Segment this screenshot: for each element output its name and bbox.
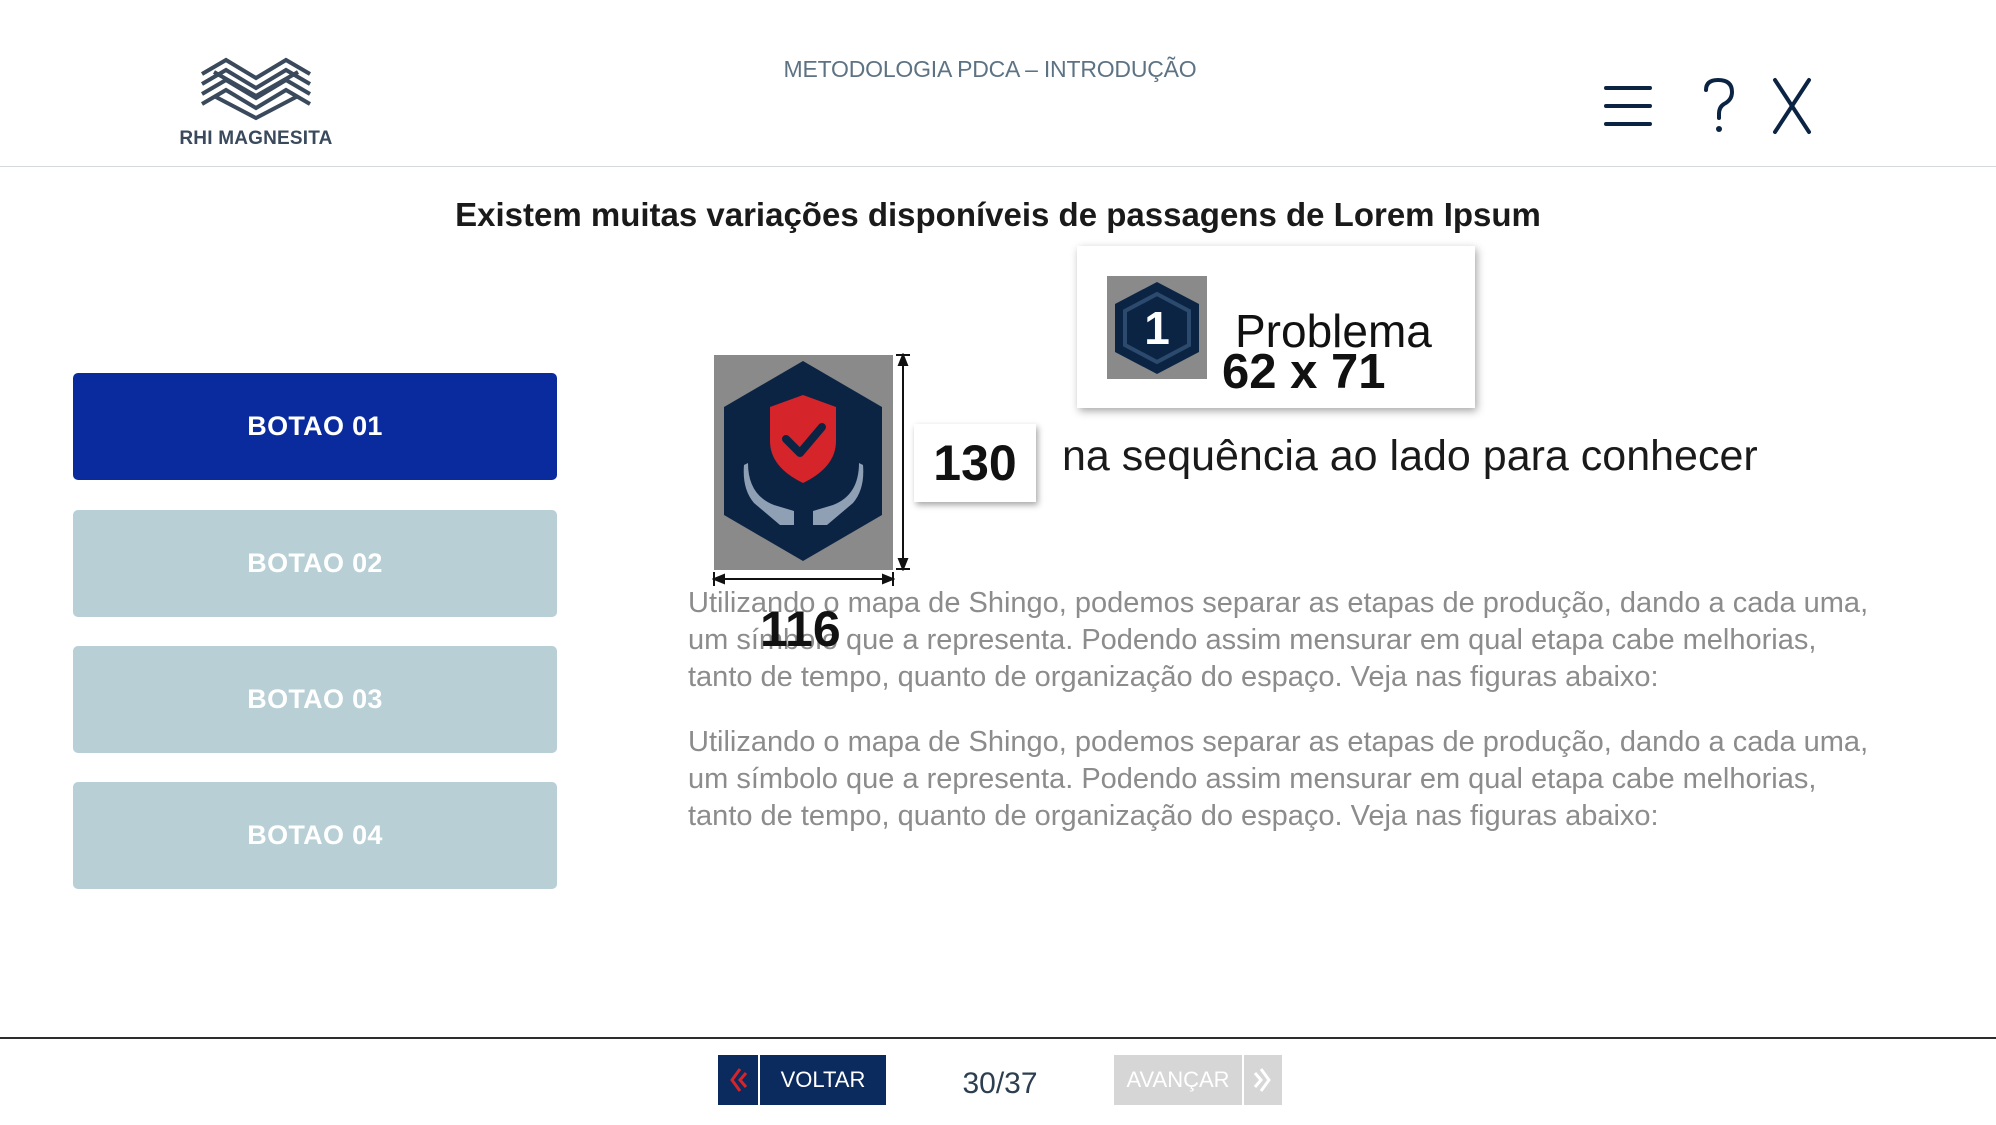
card-dimensions: 62 x 71 (1222, 345, 1386, 399)
page-heading: Existem muitas variações disponíveis de … (455, 196, 1541, 233)
logo-text: RHI MAGNESITA (179, 128, 333, 149)
shield-hands-graphic (724, 361, 882, 561)
logo-mark-icon (200, 57, 312, 121)
height-dimension-label: 130 (914, 424, 1036, 502)
header: RHI MAGNESITA METODOLOGIA PDCA – INTRODU… (0, 0, 1996, 167)
course-title: METODOLOGIA PDCA – INTRODUÇÃO (783, 56, 1197, 82)
instruction-label: na sequência ao lado para conhecer (1062, 432, 1758, 480)
page-counter: 30/37 (962, 1067, 1038, 1100)
botao-01-button[interactable]: BOTAO 01 (73, 373, 557, 480)
card-number: 1 (1144, 302, 1170, 354)
rhi-magnesita-logo: RHI MAGNESITA (176, 52, 336, 152)
width-dimension-label: 116 (760, 601, 841, 657)
body-paragraph-2: Utilizando o mapa de Shingo, podemos sep… (688, 726, 1869, 832)
hexagon-number-graphic: 1 (1115, 282, 1199, 374)
menu-icon (1604, 86, 1652, 126)
help-button[interactable] (1688, 76, 1748, 136)
close-button[interactable] (1765, 76, 1825, 136)
next-button[interactable]: AVANÇAR (1114, 1055, 1282, 1105)
help-icon (1704, 77, 1735, 132)
footer-nav: VOLTAR 30/37 AVANÇAR (0, 1037, 1996, 1125)
problema-card: 1 Problema 62 x 71 (1077, 246, 1475, 408)
botao-04-button[interactable]: BOTAO 04 (73, 782, 557, 889)
botao-02-button[interactable]: BOTAO 02 (73, 510, 557, 617)
back-button[interactable]: VOLTAR (718, 1055, 886, 1105)
close-icon (1773, 78, 1811, 134)
height-dimension-marker (896, 353, 910, 571)
botao-03-button[interactable]: BOTAO 03 (73, 646, 557, 753)
back-label: VOLTAR (780, 1067, 866, 1092)
back-arrow-icon (718, 1055, 760, 1105)
instruction-text: na sequência ao lado para conhecer (1040, 432, 1758, 481)
number-badge-icon: 1 (1107, 276, 1207, 379)
body-paragraph-1: Utilizando o mapa de Shingo, podemos sep… (688, 587, 1869, 693)
shield-hands-icon (714, 355, 893, 570)
next-label: AVANÇAR (1126, 1067, 1230, 1092)
menu-button[interactable] (1598, 76, 1658, 136)
next-arrow-icon (1242, 1055, 1282, 1105)
